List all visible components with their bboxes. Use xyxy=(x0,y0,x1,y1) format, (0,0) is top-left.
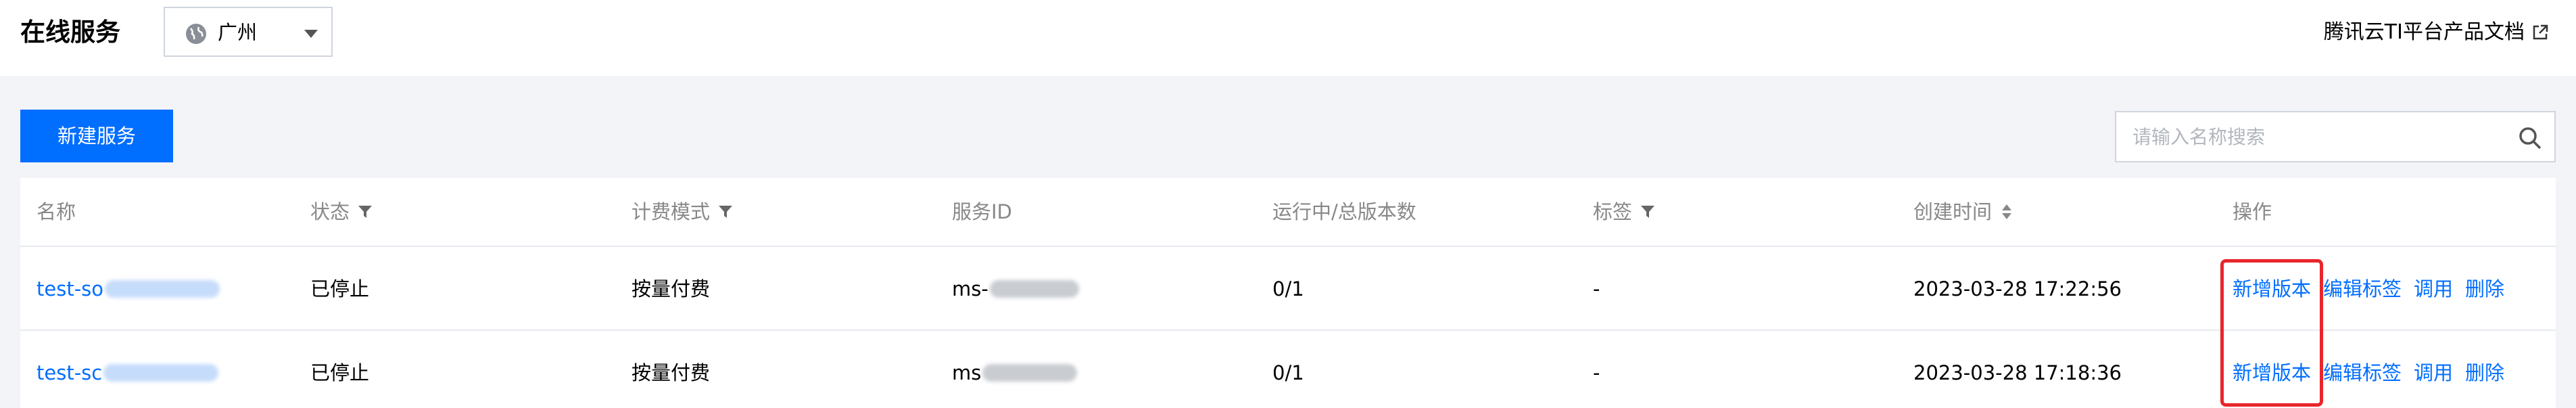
col-actions-label: 操作 xyxy=(2233,200,2272,223)
chevron-down-icon xyxy=(304,30,318,38)
table-header: 名称 状态 计费模式 服务ID 运行中/总版本数 标签 创建时间 操作 xyxy=(20,178,2556,247)
versions-cell: 0/1 xyxy=(1272,277,1304,300)
new-service-button[interactable]: 新建服务 xyxy=(20,110,173,162)
region-select[interactable]: 广州 xyxy=(164,7,333,57)
edit-tags-link[interactable]: 编辑标签 xyxy=(2323,359,2402,386)
col-service-id: 服务ID xyxy=(952,198,1012,225)
status-cell: 已停止 xyxy=(310,277,370,300)
service-id: ms- xyxy=(952,277,988,300)
search-box xyxy=(2115,111,2556,162)
col-versions: 运行中/总版本数 xyxy=(1272,198,1416,225)
filter-icon[interactable] xyxy=(1640,204,1655,219)
service-id-cell: ms- xyxy=(952,275,1079,302)
col-service-id-label: 服务ID xyxy=(952,200,1012,223)
created-cell: 2023-03-28 17:22:56 xyxy=(1913,277,2122,300)
services-table: 名称 状态 计费模式 服务ID 运行中/总版本数 标签 创建时间 操作 test… xyxy=(20,178,2556,408)
redacted-id xyxy=(989,280,1079,298)
invoke-link[interactable]: 调用 xyxy=(2414,359,2453,386)
created-cell: 2023-03-28 17:18:36 xyxy=(1913,361,2122,384)
status-cell: 已停止 xyxy=(310,361,370,384)
col-billing: 计费模式 xyxy=(631,198,733,225)
col-created: 创建时间 xyxy=(1913,198,2013,225)
sort-icon[interactable] xyxy=(2000,204,2013,220)
filter-icon[interactable] xyxy=(718,204,733,219)
table-row: test-so 已停止 按量付费 ms- 0/1 - 2023-03-28 17… xyxy=(20,247,2556,331)
service-id-cell: ms xyxy=(952,359,1078,386)
col-created-label: 创建时间 xyxy=(1913,200,1993,223)
service-name[interactable]: test-sc xyxy=(37,359,102,386)
globe-icon xyxy=(186,24,206,44)
invoke-link[interactable]: 调用 xyxy=(2414,275,2453,302)
col-billing-label: 计费模式 xyxy=(631,200,711,223)
redacted-id xyxy=(982,364,1078,382)
search-input[interactable] xyxy=(2132,112,2498,161)
doc-link-label: 腾讯云TI平台产品文档 xyxy=(2323,20,2525,44)
versions-cell: 0/1 xyxy=(1272,361,1304,384)
col-name: 名称 xyxy=(37,198,76,225)
product-doc-link[interactable]: 腾讯云TI平台产品文档 xyxy=(2324,19,2549,46)
col-versions-label: 运行中/总版本数 xyxy=(1272,200,1416,223)
region-value: 广州 xyxy=(218,21,258,44)
billing-cell: 按量付费 xyxy=(631,277,711,300)
edit-tags-link[interactable]: 编辑标签 xyxy=(2323,275,2402,302)
page-title: 在线服务 xyxy=(20,18,120,47)
col-status-label: 状态 xyxy=(310,200,350,223)
tags-cell: - xyxy=(1593,361,1600,384)
col-tags-label: 标签 xyxy=(1593,200,1633,223)
billing-cell: 按量付费 xyxy=(631,361,711,384)
delete-link[interactable]: 删除 xyxy=(2465,275,2504,302)
service-name-link[interactable]: test-so xyxy=(37,275,220,302)
service-id: ms xyxy=(952,361,982,384)
highlight-annotation-box xyxy=(2220,259,2324,407)
tags-cell: - xyxy=(1593,277,1600,300)
col-actions: 操作 xyxy=(2233,198,2272,225)
top-header: 在线服务 广州 腾讯云TI平台产品文档 xyxy=(0,0,2576,76)
table-row: test-sc 已停止 按量付费 ms 0/1 - 2023-03-28 17:… xyxy=(20,331,2556,408)
redacted-name xyxy=(105,280,220,298)
col-name-label: 名称 xyxy=(37,200,76,223)
service-name[interactable]: test-so xyxy=(37,275,103,302)
redacted-name xyxy=(103,364,219,382)
col-status: 状态 xyxy=(310,198,373,225)
filter-icon[interactable] xyxy=(358,204,373,219)
service-name-link[interactable]: test-sc xyxy=(37,359,219,386)
col-tags: 标签 xyxy=(1593,198,1655,225)
search-icon[interactable] xyxy=(2518,126,2542,150)
delete-link[interactable]: 删除 xyxy=(2465,359,2504,386)
external-link-icon xyxy=(2533,24,2548,40)
